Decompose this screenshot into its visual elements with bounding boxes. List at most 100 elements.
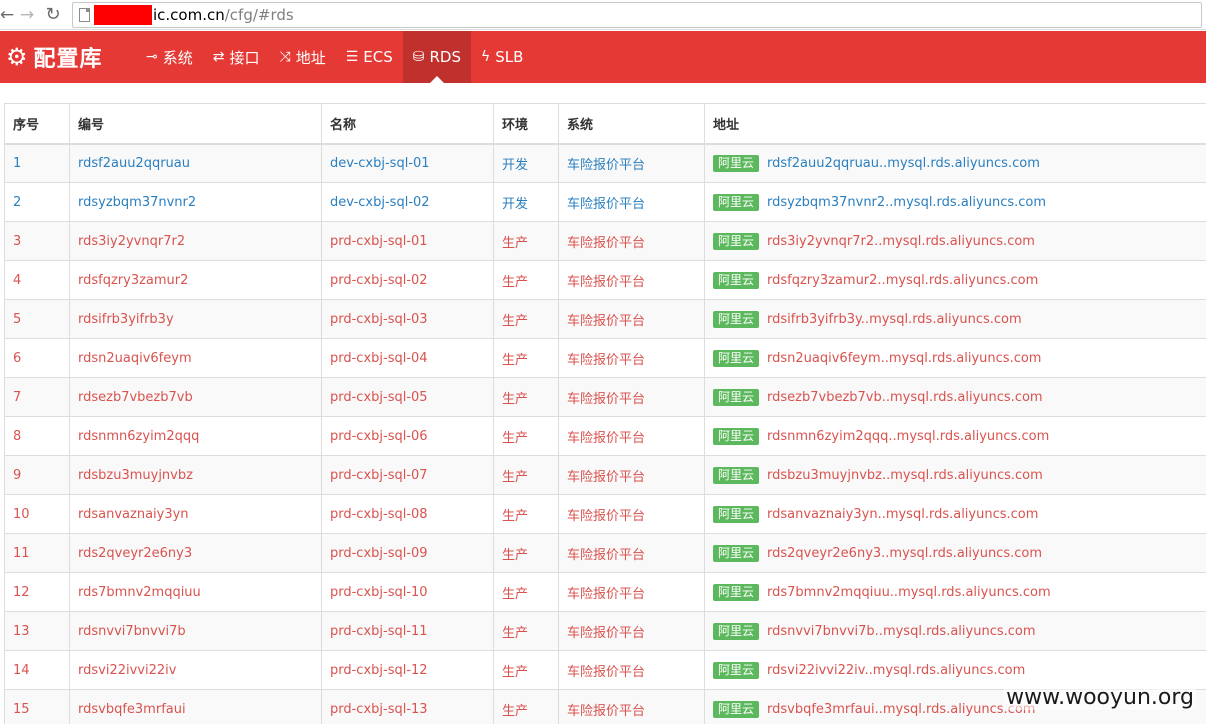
- header-system[interactable]: 系统: [558, 103, 705, 145]
- table-row[interactable]: 12 rds7bmnv2mqqiuu prd-cxbj-sql-10 生产 车险报价平台…: [4, 572, 1206, 612]
- cell-system: 车险报价平台: [558, 416, 705, 456]
- header-index[interactable]: 序号: [4, 103, 70, 145]
- cell-id: rdsezb7vbezb7vb: [69, 377, 322, 417]
- header-name[interactable]: 名称: [321, 103, 494, 145]
- reload-icon[interactable]: ↻: [40, 1, 66, 29]
- cell-id: rds3iy2yvnqr7r2: [69, 221, 322, 261]
- address-text: rdsezb7vbezb7vb..mysql.rds.aliyuncs.com: [767, 389, 1043, 405]
- cell-system: 车险报价平台: [558, 455, 705, 495]
- cell-system: 车险报价平台: [558, 221, 705, 261]
- nav-item-label: 系统: [162, 48, 193, 67]
- cell-index: 1: [4, 143, 70, 183]
- cell-env: 生产: [493, 377, 559, 417]
- aliyun-badge: 阿里云: [713, 700, 760, 718]
- cell-index: 10: [4, 494, 70, 534]
- aliyun-badge: 阿里云: [713, 544, 760, 562]
- cell-system: 车险报价平台: [558, 533, 705, 573]
- address-text: rdsyzbqm37nvnr2..mysql.rds.aliyuncs.com: [767, 194, 1047, 210]
- cell-index: 8: [4, 416, 70, 456]
- table-row[interactable]: 4 rdsfqzry3zamur2 prd-cxbj-sql-02 生产 车险报价平台阿…: [4, 260, 1206, 300]
- nav-item-label: SLB: [495, 48, 524, 66]
- aliyun-badge: 阿里云: [713, 349, 760, 367]
- address-text: rdsvbqfe3mrfaui..mysql.rds.aliyuncs.com: [767, 701, 1036, 717]
- nav-item-slb[interactable]: ϟ SLB: [471, 31, 533, 83]
- cell-name: prd-cxbj-sql-01: [321, 221, 494, 261]
- cell-env: 生产: [493, 611, 559, 651]
- cell-system: 车险报价平台: [558, 494, 705, 534]
- list-icon: ☰: [345, 49, 359, 65]
- cell-index: 6: [4, 338, 70, 378]
- aliyun-badge: 阿里云: [713, 271, 760, 289]
- cell-address: 阿里云 rdsfqzry3zamur2..mysql.rds.aliyuncs.c…: [704, 260, 1206, 300]
- cell-name: prd-cxbj-sql-13: [321, 689, 494, 724]
- brand[interactable]: ⚙ 配置库: [0, 31, 136, 83]
- nav-menu: ⊸ 系统 ⇄ 接口 ⤨ 地址 ☰ ECS ⛁ RDS ϟ SLB: [136, 31, 533, 83]
- nav-item-ecs[interactable]: ☰ ECS: [336, 31, 403, 83]
- nav-item-系统[interactable]: ⊸ 系统: [136, 31, 203, 83]
- table-row[interactable]: 13 rdsnvvi7bnvvi7b prd-cxbj-sql-11 生产 车险报价平台…: [4, 611, 1206, 651]
- rds-table: 序号 编号 名称 环境 系统 地址 1 rdsf2auu2qqruau dev-cx…: [4, 103, 1206, 724]
- table-row[interactable]: 2 rdsyzbqm37nvnr2 dev-cxbj-sql-02 开发 车险报价平台阿…: [4, 182, 1206, 222]
- cell-index: 2: [4, 182, 70, 222]
- top-navbar: ⚙ 配置库 ⊸ 系统 ⇄ 接口 ⤨ 地址 ☰ ECS ⛁ RDS ϟ SLB: [0, 31, 1206, 83]
- aliyun-badge: 阿里云: [713, 583, 760, 601]
- cell-env: 生产: [493, 338, 559, 378]
- redaction-block: [94, 4, 152, 25]
- nav-item-label: ECS: [363, 48, 393, 66]
- cell-name: dev-cxbj-sql-02: [321, 182, 494, 222]
- table-row[interactable]: 11 rds2qveyr2e6ny3 prd-cxbj-sql-09 生产 车险报价平台…: [4, 533, 1206, 573]
- aliyun-badge: 阿里云: [713, 505, 760, 523]
- header-address[interactable]: 地址: [704, 103, 1206, 145]
- cell-id: rds2qveyr2e6ny3: [69, 533, 322, 573]
- cell-env: 生产: [493, 416, 559, 456]
- header-env[interactable]: 环境: [493, 103, 559, 145]
- table-row[interactable]: 9 rdsbzu3muyjnvbz prd-cxbj-sql-07 生产 车险报价平台阿…: [4, 455, 1206, 495]
- cell-id: rdsvi22ivvi22iv: [69, 650, 322, 690]
- cell-env: 开发: [493, 143, 559, 183]
- table-row[interactable]: 10 rdsanvaznaiy3yn prd-cxbj-sql-08 生产 车险报价平台…: [4, 494, 1206, 534]
- back-arrow-icon[interactable]: ←: [0, 1, 14, 29]
- cell-system: 车险报价平台: [558, 143, 705, 183]
- cell-index: 3: [4, 221, 70, 261]
- address-text: rds3iy2yvnqr7r2..mysql.rds.aliyuncs.com: [767, 233, 1035, 249]
- nav-item-地址[interactable]: ⤨ 地址: [270, 31, 336, 83]
- address-text: rds2qveyr2e6ny3..mysql.rds.aliyuncs.com: [767, 545, 1042, 561]
- cell-system: 车险报价平台: [558, 260, 705, 300]
- aliyun-badge: 阿里云: [713, 154, 760, 172]
- cell-index: 15: [4, 689, 70, 724]
- cell-env: 生产: [493, 221, 559, 261]
- cell-id: rdsvbqfe3mrfaui: [69, 689, 322, 724]
- rds-table-container: 序号 编号 名称 环境 系统 地址 1 rdsf2auu2qqruau dev-cx…: [4, 103, 1206, 724]
- cell-address: 阿里云 rds7bmnv2mqqiuu..mysql.rds.aliyuncs.c…: [704, 572, 1206, 612]
- cell-env: 生产: [493, 533, 559, 573]
- cell-index: 14: [4, 650, 70, 690]
- address-bar[interactable]: ic.com.cn /cfg/#rds: [72, 1, 1202, 28]
- cell-system: 车险报价平台: [558, 377, 705, 417]
- header-id[interactable]: 编号: [69, 103, 322, 145]
- cell-address: 阿里云 rdsnvvi7bnvvi7b..mysql.rds.aliyuncs.c…: [704, 611, 1206, 651]
- cell-index: 11: [4, 533, 70, 573]
- table-row[interactable]: 8 rdsnmn6zyim2qqq prd-cxbj-sql-06 生产 车险报价平台阿…: [4, 416, 1206, 456]
- nav-item-rds[interactable]: ⛁ RDS: [402, 31, 471, 83]
- table-row[interactable]: 5 rdsifrb3yifrb3y prd-cxbj-sql-03 生产 车险报价平台阿…: [4, 299, 1206, 339]
- table-row[interactable]: 3 rds3iy2yvnqr7r2 prd-cxbj-sql-01 生产 车险报价平台阿…: [4, 221, 1206, 261]
- address-text: rdsf2auu2qqruau..mysql.rds.aliyuncs.com: [767, 155, 1040, 171]
- cell-id: rdsbzu3muyjnvbz: [69, 455, 322, 495]
- cell-env: 开发: [493, 182, 559, 222]
- forward-arrow-icon[interactable]: →: [14, 1, 40, 29]
- aliyun-badge: 阿里云: [713, 661, 760, 679]
- table-row[interactable]: 14 rdsvi22ivvi22iv prd-cxbj-sql-12 生产 车险报价平台…: [4, 650, 1206, 690]
- cell-address: 阿里云 rdsanvaznaiy3yn..mysql.rds.aliyuncs.c…: [704, 494, 1206, 534]
- table-row[interactable]: 6 rdsn2uaqiv6feym prd-cxbj-sql-04 生产 车险报价平台阿…: [4, 338, 1206, 378]
- cell-address: 阿里云 rdsn2uaqiv6feym..mysql.rds.aliyuncs.c…: [704, 338, 1206, 378]
- nav-item-label: RDS: [429, 48, 462, 66]
- table-row[interactable]: 7 rdsezb7vbezb7vb prd-cxbj-sql-05 生产 车险报价平台阿…: [4, 377, 1206, 417]
- table-row[interactable]: 1 rdsf2auu2qqruau dev-cxbj-sql-01 开发 车险报价平台阿…: [4, 143, 1206, 183]
- aliyun-badge: 阿里云: [713, 427, 760, 445]
- nav-item-接口[interactable]: ⇄ 接口: [203, 31, 270, 83]
- cell-index: 4: [4, 260, 70, 300]
- cell-index: 9: [4, 455, 70, 495]
- brand-title: 配置库: [33, 47, 103, 72]
- address-text: rdsanvaznaiy3yn..mysql.rds.aliyuncs.com: [767, 506, 1039, 522]
- cell-env: 生产: [493, 494, 559, 534]
